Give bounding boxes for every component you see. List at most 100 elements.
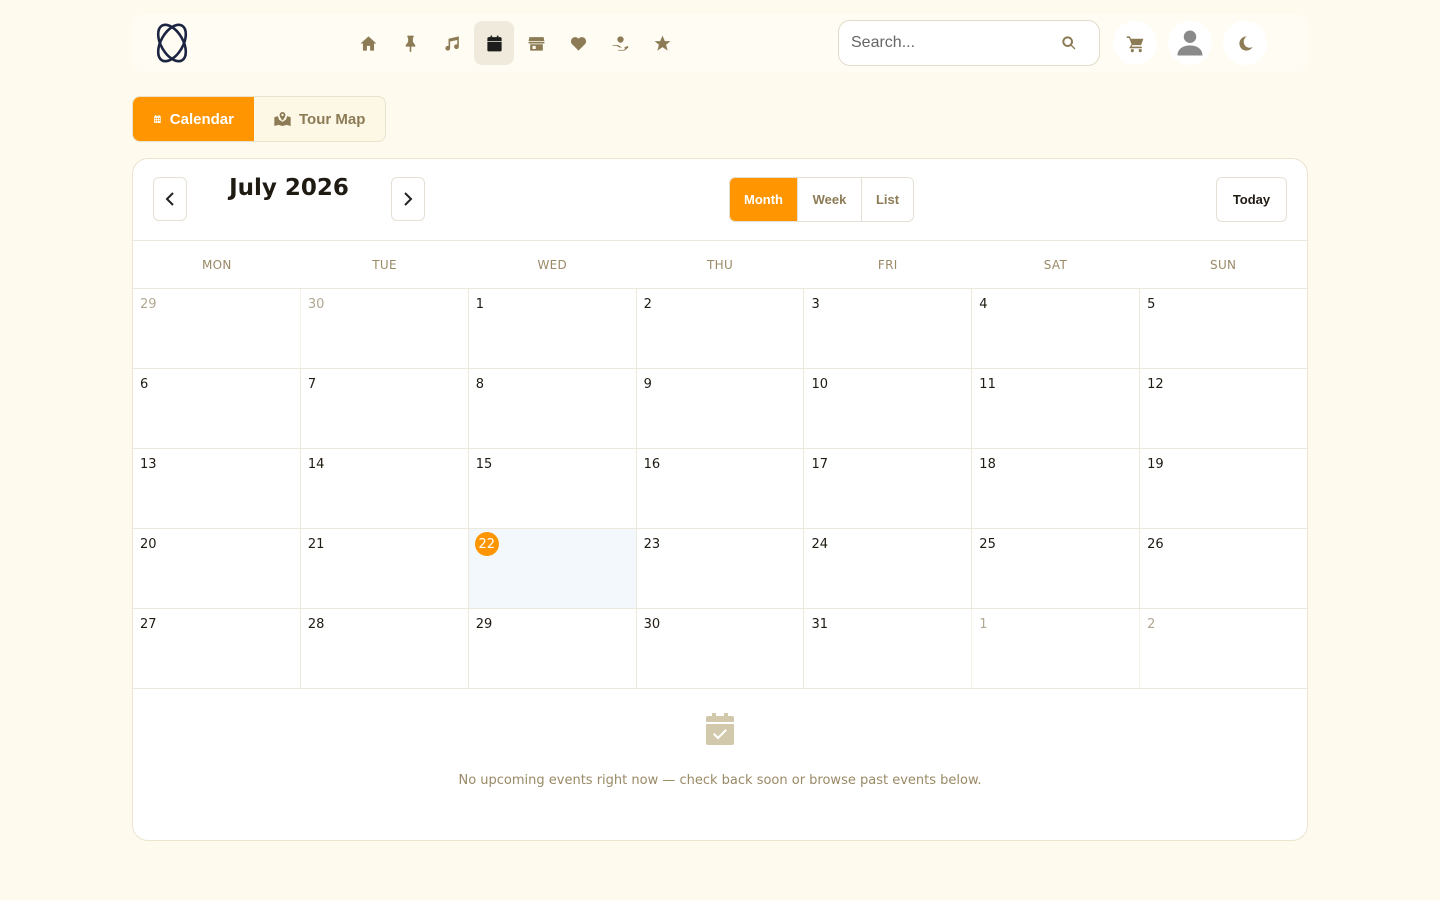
chevron-right-icon bbox=[404, 192, 413, 206]
day-cell[interactable]: 2 bbox=[1139, 609, 1307, 688]
day-number: 27 bbox=[140, 617, 157, 632]
day-cell[interactable]: 19 bbox=[1139, 449, 1307, 528]
nav-music[interactable] bbox=[432, 21, 472, 65]
calendar-card: July 2026 Month Week List Today MON TUE … bbox=[132, 158, 1308, 841]
day-number: 11 bbox=[979, 377, 996, 392]
day-cell[interactable]: 25 bbox=[971, 529, 1139, 608]
nav-calendar[interactable] bbox=[474, 21, 514, 65]
day-number: 30 bbox=[643, 617, 661, 632]
day-number: 25 bbox=[979, 537, 996, 552]
day-cell[interactable]: 23 bbox=[635, 529, 804, 608]
day-number: 10 bbox=[811, 377, 828, 392]
day-cell[interactable]: 20 bbox=[133, 529, 300, 608]
day-cell[interactable]: 8 bbox=[467, 369, 636, 448]
nav-donate[interactable] bbox=[600, 21, 640, 65]
account-button[interactable] bbox=[1168, 21, 1212, 65]
day-cell[interactable]: 14 bbox=[299, 449, 468, 528]
search-box bbox=[838, 20, 1100, 66]
day-cell[interactable]: 27 bbox=[133, 609, 300, 688]
day-cell[interactable]: 29 bbox=[467, 609, 636, 688]
day-cell[interactable]: 1 bbox=[971, 609, 1139, 688]
previous-month-button[interactable] bbox=[153, 177, 187, 221]
weekday-header: MON TUE WED THU FRI SAT SUN bbox=[133, 241, 1307, 289]
day-number: 14 bbox=[307, 457, 325, 472]
day-cell[interactable]: 4 bbox=[971, 289, 1139, 368]
day-number: 2 bbox=[643, 297, 652, 312]
day-cell[interactable]: 29 bbox=[133, 289, 300, 368]
day-cell[interactable]: 2 bbox=[635, 289, 804, 368]
month-grid: 29 30 1 2 3 4 5 6 7 8 9 10 11 12 13 14 15 16 17 18 19 20 21 22 2… bbox=[133, 289, 1307, 689]
day-cell[interactable]: 15 bbox=[467, 449, 636, 528]
cart-icon bbox=[1126, 35, 1143, 52]
day-cell[interactable]: 7 bbox=[299, 369, 468, 448]
calendar-check-icon bbox=[706, 713, 734, 745]
calendar-icon bbox=[154, 114, 161, 124]
calendar-view-button[interactable]: Calendar bbox=[133, 97, 254, 141]
day-cell-today[interactable]: 22 bbox=[467, 529, 636, 608]
pin-icon bbox=[405, 35, 415, 52]
view-toggle: Calendar Tour Map bbox=[132, 96, 387, 142]
home-icon bbox=[360, 35, 376, 51]
day-number: 16 bbox=[643, 457, 661, 472]
day-number: 2 bbox=[1147, 617, 1156, 632]
day-number: 20 bbox=[140, 537, 157, 552]
day-cell[interactable]: 3 bbox=[803, 289, 971, 368]
tab-month[interactable]: Month bbox=[730, 178, 797, 221]
day-cell[interactable]: 10 bbox=[803, 369, 971, 448]
day-cell[interactable]: 13 bbox=[133, 449, 300, 528]
day-number: 6 bbox=[140, 377, 149, 392]
weekday-label: SUN bbox=[1210, 257, 1237, 272]
empty-state: No upcoming events right now — check bac… bbox=[133, 689, 1307, 839]
nav-featured[interactable] bbox=[642, 21, 682, 65]
today-button[interactable]: Today bbox=[1216, 177, 1287, 222]
day-cell[interactable]: 30 bbox=[635, 609, 804, 688]
nav-store[interactable] bbox=[516, 21, 556, 65]
view-tabs: Month Week List bbox=[729, 177, 914, 222]
day-cell[interactable]: 26 bbox=[1139, 529, 1307, 608]
cart-button[interactable] bbox=[1113, 21, 1157, 65]
day-cell[interactable]: 18 bbox=[971, 449, 1139, 528]
nav-home[interactable] bbox=[348, 21, 388, 65]
nav-favorites[interactable] bbox=[558, 21, 598, 65]
calendar-icon bbox=[486, 35, 502, 51]
day-cell[interactable]: 31 bbox=[803, 609, 971, 688]
day-cell[interactable]: 17 bbox=[803, 449, 971, 528]
logo-icon[interactable] bbox=[150, 21, 194, 65]
tab-list[interactable]: List bbox=[861, 178, 913, 221]
day-cell[interactable]: 6 bbox=[133, 369, 300, 448]
weekday-label: THU bbox=[706, 257, 734, 272]
next-month-button[interactable] bbox=[391, 177, 425, 221]
map-icon bbox=[274, 112, 291, 126]
theme-toggle-button[interactable] bbox=[1223, 21, 1267, 65]
nav-pin[interactable] bbox=[390, 21, 430, 65]
tab-week[interactable]: Week bbox=[797, 178, 861, 221]
search-icon[interactable] bbox=[1061, 35, 1077, 51]
day-number: 12 bbox=[1147, 377, 1164, 392]
day-cell[interactable]: 9 bbox=[635, 369, 804, 448]
day-cell[interactable]: 21 bbox=[299, 529, 468, 608]
tour-map-label: Tour Map bbox=[299, 110, 366, 128]
week-row: 27 28 29 30 31 1 2 bbox=[133, 609, 1307, 689]
day-cell[interactable]: 24 bbox=[803, 529, 971, 608]
tour-map-button[interactable]: Tour Map bbox=[254, 97, 385, 141]
day-number: 29 bbox=[475, 617, 493, 632]
star-icon bbox=[654, 35, 670, 51]
day-number: 28 bbox=[307, 617, 325, 632]
heart-icon bbox=[570, 36, 586, 51]
day-number: 29 bbox=[140, 297, 157, 312]
donate-icon bbox=[612, 35, 628, 51]
day-number: 19 bbox=[1147, 457, 1164, 472]
week-row: 6 7 8 9 10 11 12 bbox=[133, 369, 1307, 449]
day-cell[interactable]: 16 bbox=[635, 449, 804, 528]
day-number: 24 bbox=[811, 537, 828, 552]
store-icon bbox=[528, 36, 544, 51]
day-cell[interactable]: 30 bbox=[299, 289, 468, 368]
day-cell[interactable]: 5 bbox=[1139, 289, 1307, 368]
day-cell[interactable]: 12 bbox=[1139, 369, 1307, 448]
day-cell[interactable]: 1 bbox=[467, 289, 636, 368]
day-cell[interactable]: 28 bbox=[299, 609, 468, 688]
day-number: 7 bbox=[307, 377, 317, 392]
day-cell[interactable]: 11 bbox=[971, 369, 1139, 448]
search-input[interactable] bbox=[851, 21, 1061, 65]
week-row: 13 14 15 16 17 18 19 bbox=[133, 449, 1307, 529]
